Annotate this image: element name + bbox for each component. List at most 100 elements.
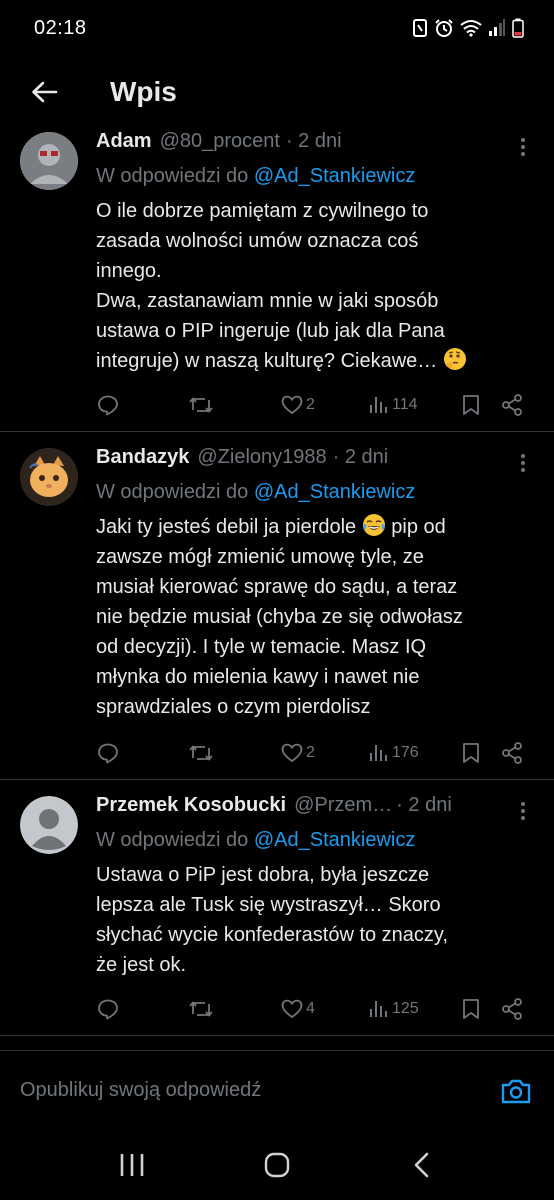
replying-to: W odpowiedzi do @Ad_Stankiewicz (96, 476, 534, 508)
retweet-icon (189, 745, 213, 761)
text-line: młynka do mielenia kawy i nawet nie (96, 666, 420, 688)
replying-prefix: W odpowiedzi do (96, 829, 249, 851)
action-bar: 2 176 (96, 738, 530, 768)
mention-link[interactable]: @Ad_Stankiewicz (254, 165, 415, 187)
like-count: 2 (306, 396, 315, 413)
retweet-icon (189, 397, 213, 413)
avatar[interactable] (20, 132, 78, 190)
reply-icon (98, 999, 118, 1020)
mention-link[interactable]: @Ad_Stankiewicz (254, 481, 415, 503)
share-button[interactable] (500, 997, 524, 1021)
author-name[interactable]: Adam (96, 130, 152, 153)
chevron-left-icon (414, 1152, 428, 1178)
reply-button[interactable] (96, 393, 120, 417)
reply-composer: Opublikuj swoją odpowiedź (0, 1050, 554, 1130)
post-time: · 2 dni (396, 794, 452, 816)
like-icon (281, 999, 303, 1019)
reply-meta: Bandazyk @Zielony1988 · 2 dni (96, 446, 534, 476)
action-bar: 2 114 (96, 390, 530, 420)
alarm-icon (435, 19, 453, 37)
avatar[interactable] (20, 448, 78, 506)
views-button[interactable]: 114 (368, 393, 418, 417)
back-button[interactable] (20, 68, 68, 116)
views-count: 176 (392, 744, 419, 761)
home-button[interactable] (247, 1140, 307, 1190)
nfc-icon (413, 19, 427, 37)
replies-feed: Adam @80_procent · 2 dni W odpowiedzi do… (0, 128, 554, 1036)
action-bar: 4 125 (96, 994, 530, 1024)
retweet-button[interactable] (188, 393, 214, 417)
bookmark-icon (463, 395, 479, 415)
reply-meta: Adam @80_procent · 2 dni (96, 130, 534, 160)
recent-apps-button[interactable] (102, 1140, 162, 1190)
text-line: od decyzji). I tyle w temacie. Masz IQ (96, 636, 427, 658)
views-button[interactable]: 176 (368, 741, 419, 765)
retweet-button[interactable] (188, 741, 214, 765)
author-handle[interactable]: @Zielony1988 (197, 446, 326, 469)
reply-button[interactable] (96, 997, 120, 1021)
like-button[interactable]: 2 (280, 741, 315, 765)
text-line: O ile dobrze pamiętam z cywilnego to (96, 200, 429, 222)
camera-button[interactable] (496, 1071, 536, 1111)
camera-icon (501, 1079, 531, 1103)
avatar[interactable] (20, 796, 78, 854)
wifi-icon (460, 20, 482, 37)
text-line: musiał kierować sprawę do sądu, a teraz (96, 576, 458, 598)
reply-item[interactable]: Przemek Kosobucki @Przem… · 2 dni W odpo… (0, 780, 554, 1036)
author-name[interactable]: Bandazyk (96, 446, 189, 469)
status-icons (412, 18, 524, 38)
reply-icon (98, 395, 118, 416)
text-line: słychać wycie konfederastów to znaczy, (96, 924, 449, 946)
reply-item[interactable]: Adam @80_procent · 2 dni W odpowiedzi do… (0, 128, 554, 432)
views-icon (370, 397, 387, 413)
share-icon (502, 998, 522, 1020)
bookmark-button[interactable] (460, 393, 482, 417)
back-arrow-icon (32, 81, 58, 103)
thinking-face-icon (443, 347, 467, 371)
author-handle[interactable]: @Przem… (294, 794, 392, 817)
text-line: innego. (96, 260, 162, 282)
bookmark-button[interactable] (460, 997, 482, 1021)
share-button[interactable] (500, 393, 524, 417)
views-count: 125 (392, 1000, 419, 1017)
bookmark-icon (463, 999, 479, 1019)
recents-icon (121, 1154, 144, 1176)
replying-to: W odpowiedzi do @Ad_Stankiewicz (96, 824, 534, 856)
text-line: ustawa o PIP ingeruje (lub jak dla Pana (96, 320, 445, 342)
like-button[interactable]: 4 (280, 997, 315, 1021)
more-options-button[interactable] (512, 796, 534, 826)
tears-of-joy-icon (362, 513, 386, 537)
more-options-button[interactable] (512, 132, 534, 162)
more-options-button[interactable] (512, 448, 534, 478)
text-line: Ustawa o PiP jest dobra, była jeszcze (96, 864, 430, 886)
reply-text: Ustawa o PiP jest dobra, była jeszcze le… (96, 860, 534, 980)
bookmark-button[interactable] (460, 741, 482, 765)
reply-button[interactable] (96, 741, 120, 765)
author-handle[interactable]: @80_procent (160, 130, 280, 153)
retweet-icon (189, 1001, 213, 1017)
home-icon (264, 1152, 290, 1178)
signal-icon (489, 19, 505, 36)
retweet-button[interactable] (188, 997, 214, 1021)
like-icon (281, 743, 303, 763)
like-count: 4 (306, 1000, 315, 1017)
replying-prefix: W odpowiedzi do (96, 481, 249, 503)
text-line: Jaki ty jesteś debil ja pierdole pip od (96, 512, 534, 542)
system-back-button[interactable] (392, 1140, 452, 1190)
text-line: Dwa, zastanawiam mnie w jaki sposób (96, 290, 439, 312)
text-line: integruje) w naszą kulturę? Ciekawe… (96, 346, 534, 376)
share-button[interactable] (500, 741, 524, 765)
reply-item[interactable]: Bandazyk @Zielony1988 · 2 dni W odpowied… (0, 432, 554, 780)
reply-input[interactable]: Opublikuj swoją odpowiedź (20, 1079, 496, 1102)
text-line: nie będzie musiał (chyba ze się odwołasz (96, 606, 463, 628)
like-button[interactable]: 2 (280, 393, 315, 417)
author-name[interactable]: Przemek Kosobucki (96, 794, 286, 817)
views-button[interactable]: 125 (368, 997, 419, 1021)
battery-icon (512, 18, 524, 38)
views-icon (370, 1001, 387, 1017)
post-time: · 2 dni (285, 130, 342, 152)
text-line: zasada wolności umów oznacza coś (96, 230, 419, 252)
text-line: zawsze mógł zmienić umowę tyle, ze (96, 546, 424, 568)
mention-link[interactable]: @Ad_Stankiewicz (254, 829, 415, 851)
system-nav-bar (0, 1130, 554, 1200)
